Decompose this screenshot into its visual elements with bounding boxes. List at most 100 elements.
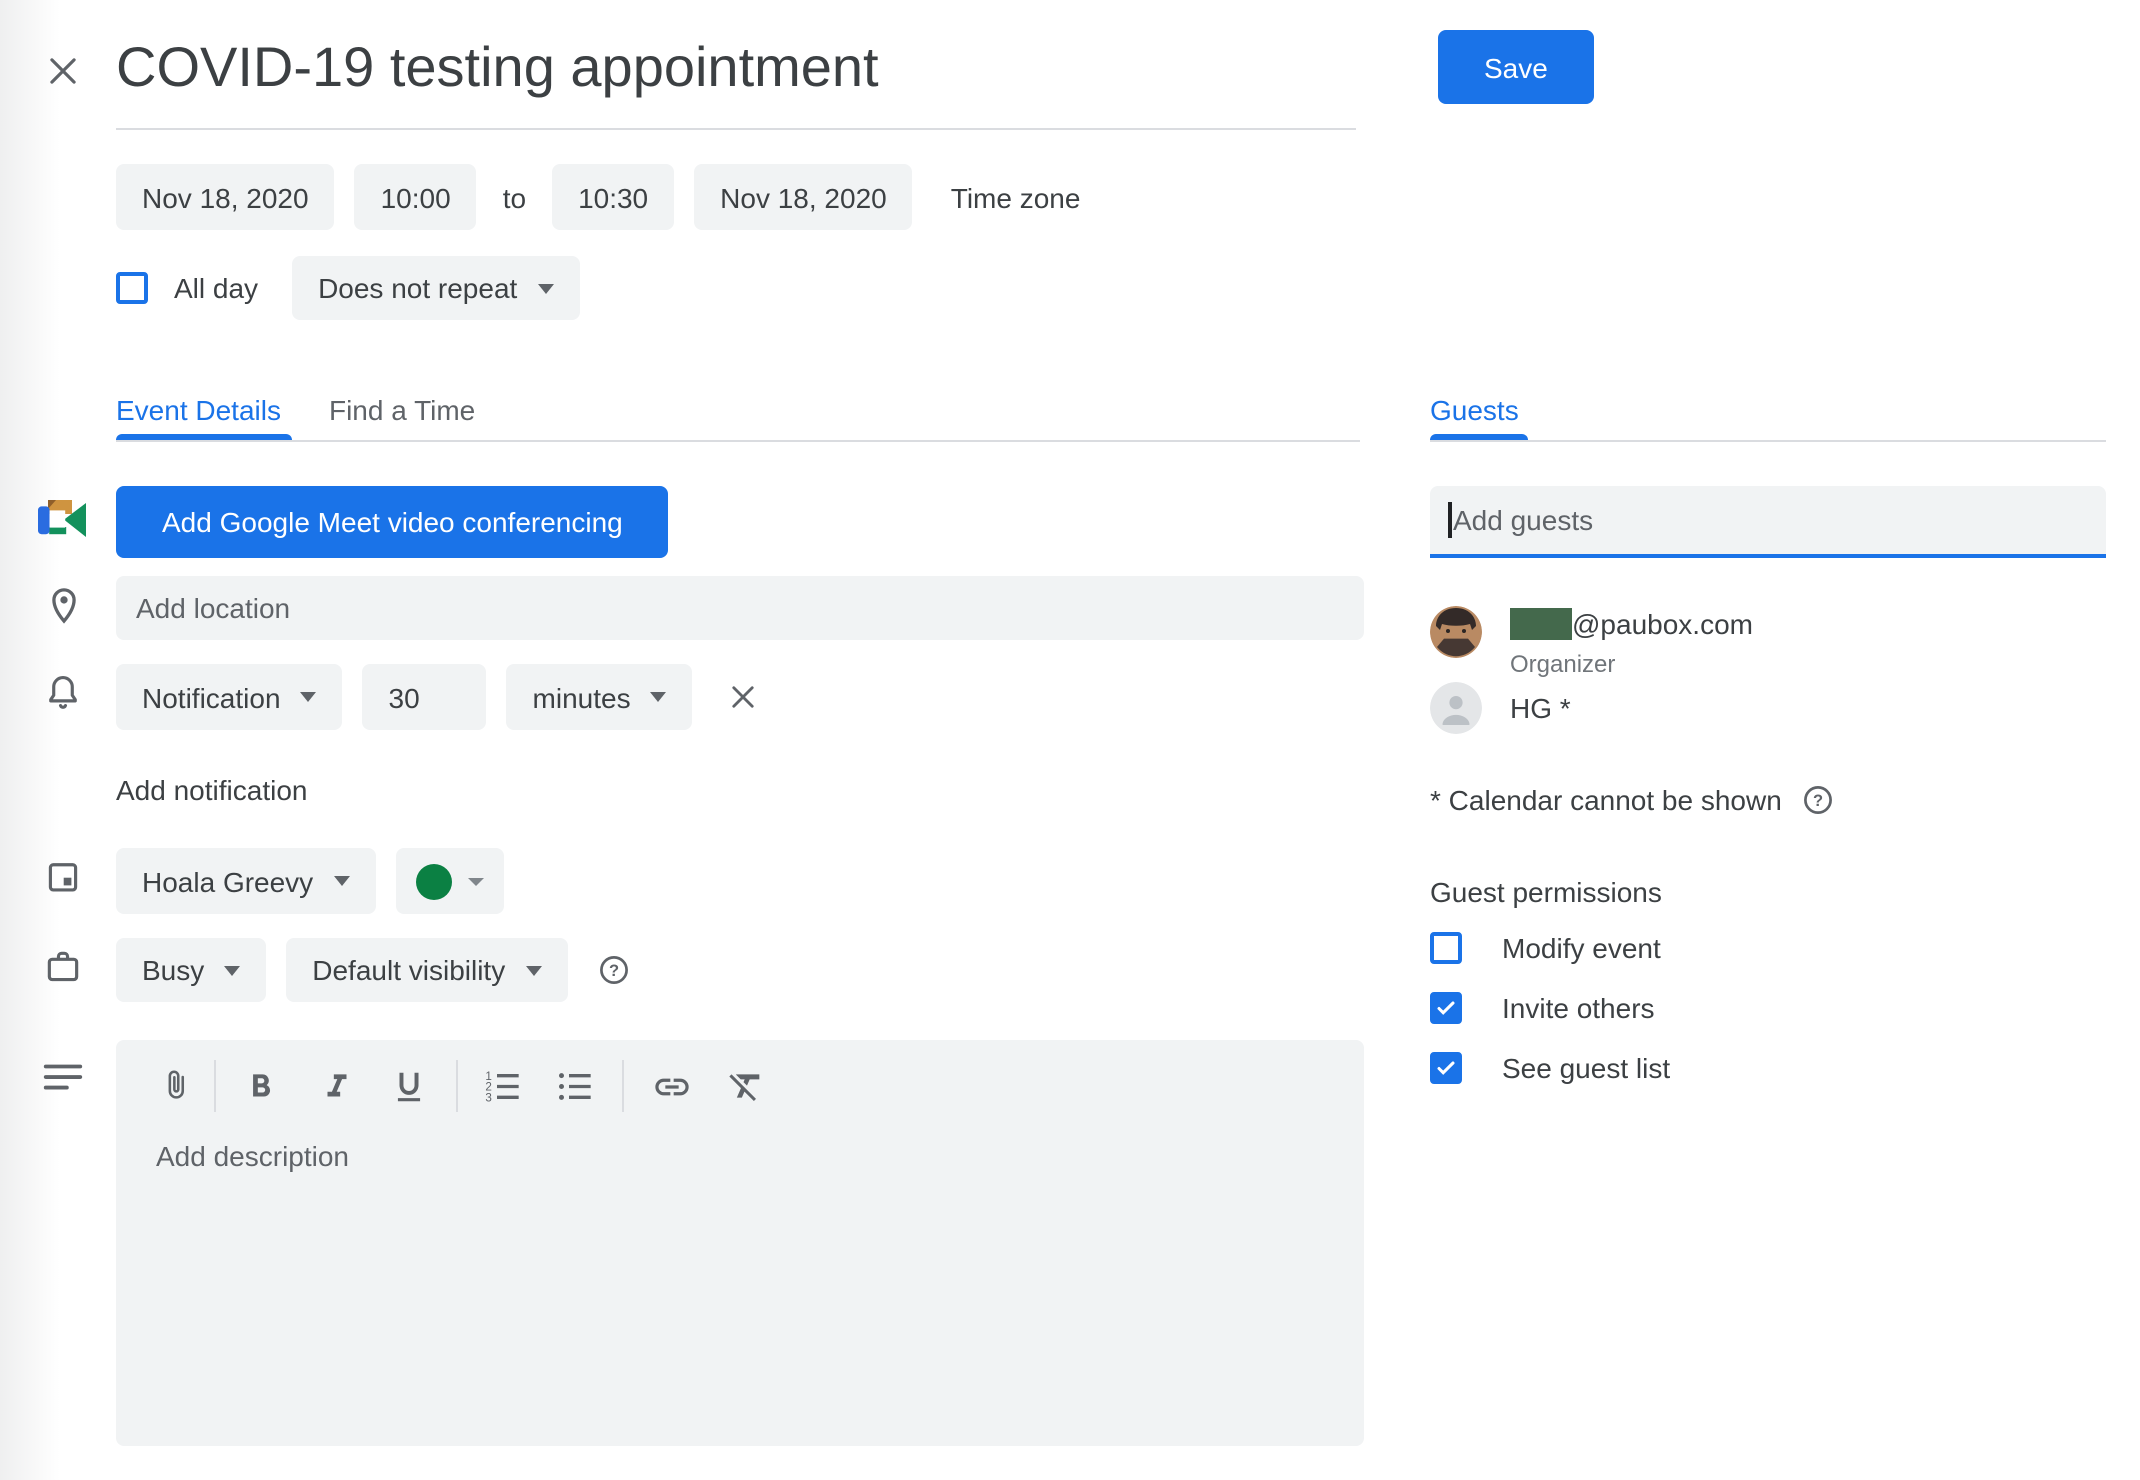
chevron-down-icon [651,692,667,702]
chevron-down-icon [537,283,553,293]
tab-find-a-time[interactable]: Find a Time [329,394,475,426]
event-title-input[interactable]: COVID-19 testing appointment [116,36,879,100]
notification-unit-value: minutes [533,681,631,713]
permission-row-see-guest-list: See guest list [1430,1052,1670,1084]
attachment-button[interactable] [156,1066,196,1106]
calendar-note-row: * Calendar cannot be shown ? [1430,782,1836,818]
svg-text:3: 3 [485,1092,491,1105]
chevron-down-icon [301,692,317,702]
calendar-dropdown[interactable]: Hoala Greevy [116,848,375,914]
start-time-button[interactable]: 10:00 [355,164,477,230]
left-tabs-divider [116,440,1360,442]
allday-row: All day Does not repeat [116,256,579,320]
location-pin-icon [42,582,86,636]
invite-others-checkbox[interactable] [1430,992,1462,1024]
organizer-email-domain: @paubox.com [1572,608,1753,640]
active-tab-underline [116,434,292,440]
tab-event-details[interactable]: Event Details [116,394,281,426]
remove-formatting-button[interactable] [726,1066,766,1106]
organizer-avatar [1430,606,1482,658]
calendar-select-row: Hoala Greevy [116,848,503,914]
event-editor-dialog: COVID-19 testing appointment Save Nov 18… [0,0,2140,1480]
busy-status-dropdown[interactable]: Busy [116,938,266,1002]
check-icon [1434,1056,1458,1080]
all-day-label: All day [174,272,258,304]
recurrence-value: Does not repeat [318,272,517,304]
guests-tabs-divider [1430,440,2106,442]
bell-icon [42,672,84,724]
guest-name: HG * [1510,692,1571,724]
visibility-help-button[interactable]: ? [595,952,631,988]
svg-text:?: ? [1813,792,1823,810]
left-tabs: Event Details Find a Time [116,394,475,426]
guest-avatar [1430,682,1482,734]
organizer-email: @paubox.com [1510,606,1753,642]
add-notification-button[interactable]: Add notification [116,774,307,806]
organizer-role: Organizer [1510,650,1753,678]
description-placeholder: Add description [156,1140,349,1172]
add-google-meet-button[interactable]: Add Google Meet video conferencing [116,486,669,558]
end-time-button[interactable]: 10:30 [552,164,674,230]
underline-icon [389,1067,427,1105]
notification-value-input[interactable]: 30 [363,664,487,730]
insert-link-button[interactable] [652,1066,692,1106]
recurrence-dropdown[interactable]: Does not repeat [292,256,579,320]
calendar-icon [42,856,84,908]
busy-visibility-row: Busy Default visibility ? [116,938,631,1002]
see-guest-list-label[interactable]: See guest list [1502,1052,1670,1084]
description-toolbar: 1 2 3 [156,1062,766,1110]
location-input[interactable]: Add location [116,576,1364,640]
text-cursor [1448,502,1451,538]
calendar-name-value: Hoala Greevy [142,865,313,897]
notification-row: Notification 30 minutes [116,664,763,730]
see-guest-list-checkbox[interactable] [1430,1052,1462,1084]
close-icon [43,51,81,89]
bulleted-list-button[interactable] [554,1066,594,1106]
guest-row-hg[interactable]: HG * [1430,682,1571,734]
underline-button[interactable] [388,1066,428,1106]
add-guests-input[interactable]: Add guests [1430,486,2106,558]
italic-icon [317,1067,355,1105]
notification-type-value: Notification [142,681,281,713]
toolbar-separator [214,1060,216,1112]
bold-button[interactable] [240,1066,280,1106]
permission-row-modify-event: Modify event [1430,932,1661,964]
briefcase-icon [42,946,84,998]
italic-button[interactable] [316,1066,356,1106]
calendar-note-help-button[interactable]: ? [1800,782,1836,818]
toolbar-separator [622,1060,624,1112]
close-button[interactable] [40,48,84,92]
remove-notification-button[interactable] [723,677,763,717]
end-date-button[interactable]: Nov 18, 2020 [694,164,913,230]
notification-unit-dropdown[interactable]: minutes [507,664,693,730]
visibility-dropdown[interactable]: Default visibility [286,938,567,1002]
numbered-list-icon: 1 2 3 [482,1066,522,1106]
modify-event-label[interactable]: Modify event [1502,932,1661,964]
redacted-name-block [1510,608,1572,640]
invite-others-label[interactable]: Invite others [1502,992,1655,1024]
tab-guests[interactable]: Guests [1430,394,1519,426]
attachment-icon [158,1068,194,1104]
notes-icon [40,1060,86,1106]
guest-permissions-title: Guest permissions [1430,876,1662,908]
all-day-checkbox[interactable] [116,272,148,304]
toolbar-separator [456,1060,458,1112]
insert-link-icon [652,1065,692,1107]
permission-row-invite-others: Invite others [1430,992,1655,1024]
numbered-list-button[interactable]: 1 2 3 [482,1066,522,1106]
chevron-down-icon [333,876,349,886]
help-circle-icon: ? [1800,782,1836,818]
start-date-button[interactable]: Nov 18, 2020 [116,164,335,230]
description-editor[interactable]: 1 2 3 [116,1040,1364,1446]
bold-icon [241,1067,279,1105]
notification-type-dropdown[interactable]: Notification [116,664,343,730]
busy-status-value: Busy [142,954,204,986]
help-circle-icon: ? [595,952,631,988]
close-icon [726,680,760,714]
timezone-button[interactable]: Time zone [951,181,1081,213]
chevron-down-icon [224,965,240,975]
event-color-dropdown[interactable] [395,848,503,914]
modify-event-checkbox[interactable] [1430,932,1462,964]
save-button[interactable]: Save [1438,30,1594,104]
guest-row-organizer[interactable]: @paubox.com Organizer [1430,606,1753,678]
